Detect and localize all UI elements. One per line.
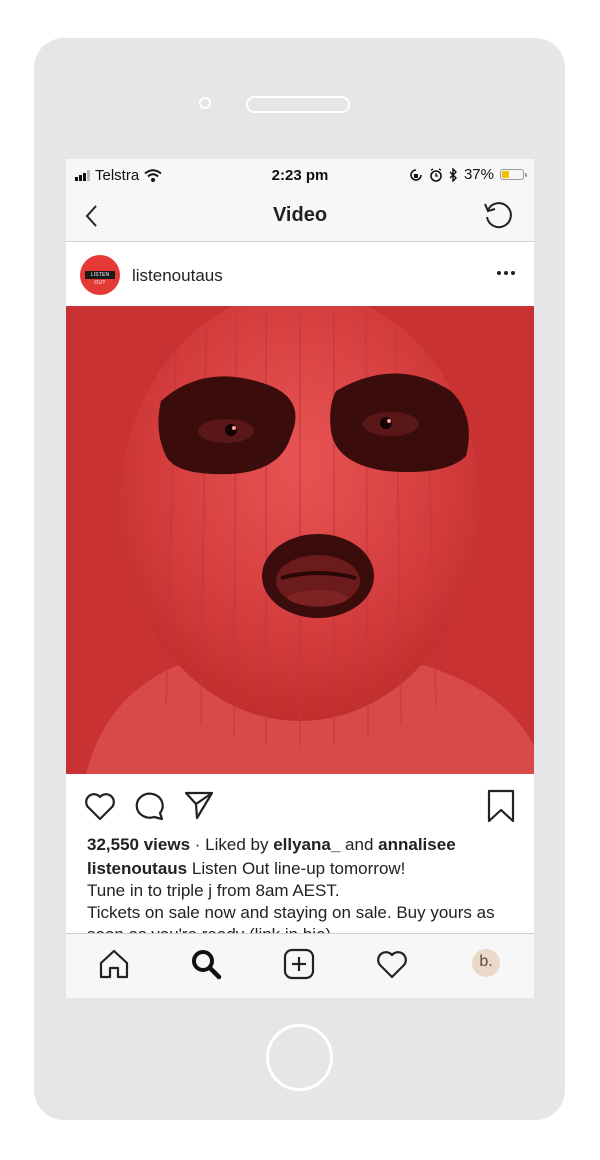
orientation-lock-icon xyxy=(410,168,422,181)
view-count[interactable]: 32,550 views xyxy=(87,835,190,854)
home-icon[interactable] xyxy=(96,946,132,982)
caption-text: Listen Out line-up tomorrow! xyxy=(191,859,406,878)
caption-username[interactable]: listenoutaus xyxy=(87,859,187,878)
caption-line: Tickets on sale now and staying on sale.… xyxy=(87,903,495,922)
avatar[interactable]: LISTEN OUT xyxy=(80,255,120,295)
bookmark-icon[interactable] xyxy=(486,789,516,823)
liker-username[interactable]: ellyana_ xyxy=(273,835,340,854)
battery-fill xyxy=(502,171,509,178)
activity-icon[interactable] xyxy=(374,946,410,982)
post-header: LISTEN OUT listenoutaus xyxy=(66,242,534,305)
and-label: and xyxy=(345,835,374,854)
bluetooth-icon xyxy=(449,167,457,182)
comment-icon[interactable] xyxy=(134,791,166,821)
navigation-bar: Video xyxy=(66,191,534,242)
post-username[interactable]: listenoutaus xyxy=(132,266,223,286)
post-caption: 32,550 views · Liked by ellyana_ and ann… xyxy=(87,834,527,946)
alarm-icon xyxy=(430,167,442,182)
tab-bar: b. xyxy=(66,933,534,998)
earpiece-speaker xyxy=(246,96,350,113)
page-title: Video xyxy=(272,204,328,226)
home-button[interactable] xyxy=(266,1024,333,1091)
share-icon[interactable] xyxy=(183,790,215,820)
add-icon[interactable] xyxy=(281,946,317,982)
status-bar: Telstra 2:23 pm 37% xyxy=(66,159,534,191)
liked-by-label: · Liked by xyxy=(194,835,269,854)
refresh-icon[interactable] xyxy=(482,198,516,232)
likes-line: 32,550 views · Liked by ellyana_ and ann… xyxy=(87,834,527,856)
post-actions xyxy=(66,787,534,825)
caption-line: Tune in to triple j from 8am AEST. xyxy=(87,881,340,900)
ellipsis-icon[interactable] xyxy=(497,271,515,275)
video-player[interactable] xyxy=(66,306,534,774)
profile-avatar[interactable]: b. xyxy=(472,949,500,977)
liker-username[interactable]: annalisee xyxy=(378,835,456,854)
battery-percent: 37% xyxy=(463,166,494,183)
avatar-logo-text: LISTEN OUT xyxy=(85,271,115,286)
front-camera xyxy=(199,97,211,109)
caption-line: listenoutaus Listen Out line-up tomorrow… xyxy=(87,858,527,880)
battery-nub xyxy=(525,173,527,177)
battery-icon xyxy=(500,169,527,180)
heart-icon[interactable] xyxy=(84,791,116,821)
video-frame xyxy=(66,306,534,774)
search-icon[interactable] xyxy=(188,946,224,982)
phone-screen: Telstra 2:23 pm 37% Video LISTEN OUT lis… xyxy=(66,159,534,998)
